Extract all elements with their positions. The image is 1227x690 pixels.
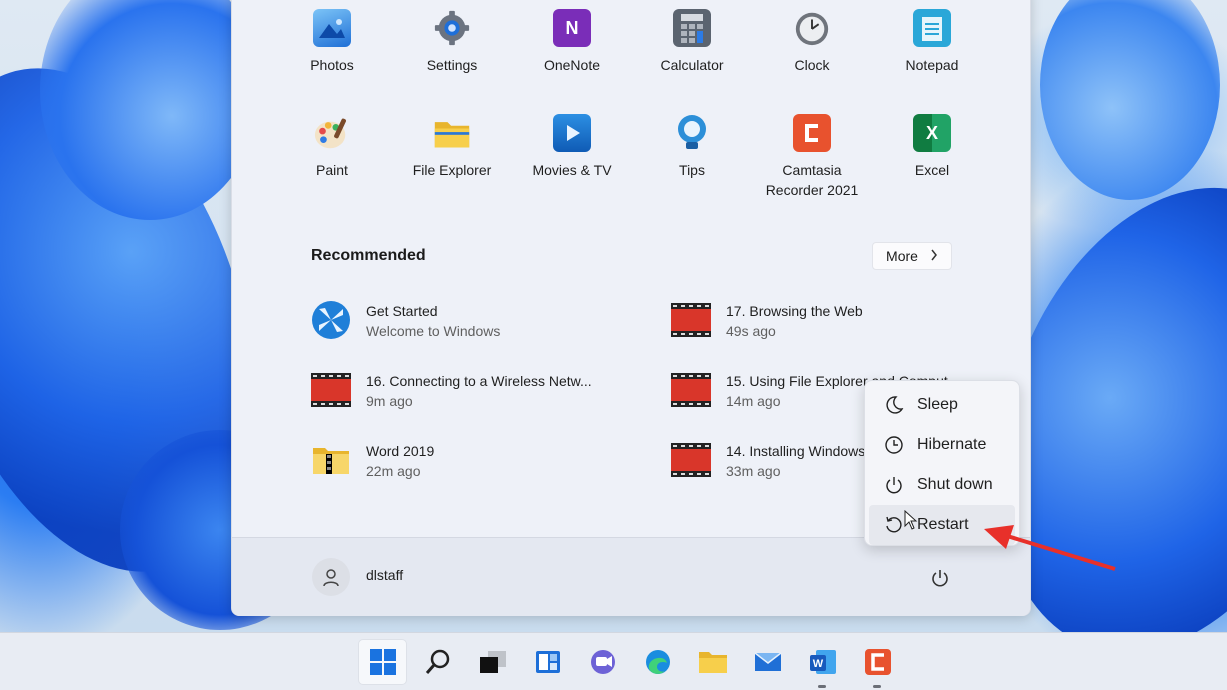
pinned-app-notepad[interactable]: Notepad [872,1,992,106]
calculator-icon [673,9,711,47]
movies-tv-icon [553,114,591,152]
recommended-item[interactable]: Get Started Welcome to Windows [302,291,662,361]
pinned-app-camtasia-recorder[interactable]: Camtasia Recorder 2021 [752,106,872,211]
folder-icon [433,114,471,152]
teams-chat-icon[interactable] [578,639,627,685]
user-name[interactable]: dlstaff [366,567,403,583]
pinned-app-settings[interactable]: Settings [392,1,512,106]
pinned-app-photos[interactable]: Photos [272,1,392,106]
recommended-item-subtitle: Welcome to Windows [366,323,501,339]
app-label: Paint [316,162,348,178]
get-started-icon [310,301,352,339]
svg-text:W: W [812,658,823,670]
video-file-icon [670,301,712,339]
search-icon[interactable] [413,639,462,685]
recommended-item[interactable]: Word 2019 22m ago [302,431,662,501]
chevron-right-icon [930,248,938,264]
more-button-label: More [886,248,918,264]
recommended-item-name: 17. Browsing the Web [726,303,863,319]
notepad-icon [913,9,951,47]
recommended-item-subtitle: 9m ago [366,393,413,409]
app-label: Camtasia Recorder 2021 [765,162,859,198]
moon-icon [883,394,905,416]
windows-start-icon[interactable] [358,639,407,685]
pinned-app-paint[interactable]: Paint [272,106,392,211]
power-button[interactable] [928,566,952,590]
mail-icon[interactable] [743,639,792,685]
app-label: Clock [794,57,830,73]
pinned-app-movies-tv[interactable]: Movies & TV [512,106,632,211]
power-icon [932,570,948,587]
recommended-item-name: Get Started [366,303,438,319]
running-indicator [818,685,826,688]
tips-lightbulb-icon [673,114,711,152]
onenote-icon: N [553,9,591,47]
photos-icon [313,9,351,47]
pinned-app-calculator[interactable]: Calculator [632,1,752,106]
task-view-icon[interactable] [468,639,517,685]
power-menu-item-sleep[interactable]: Sleep [869,385,1015,425]
clock-outline-icon [883,434,905,456]
recommended-item[interactable]: 16. Connecting to a Wireless Netw... 9m … [302,361,662,431]
pinned-apps-grid: Photos Settings N OneNote Calculator Clo… [272,1,992,211]
more-button[interactable]: More [872,242,952,270]
app-label: Movies & TV [532,162,612,178]
power-menu-label: Restart [917,516,969,533]
start-menu-footer: dlstaff [232,537,1030,616]
annotation-arrow-icon [984,525,1116,571]
recommended-item[interactable]: 17. Browsing the Web 49s ago [662,291,1022,361]
pinned-app-excel[interactable]: X Excel [872,106,992,211]
power-menu-label: Sleep [917,396,958,413]
video-file-icon [670,441,712,479]
settings-gear-icon [433,9,471,47]
camtasia-icon[interactable] [853,639,902,688]
widgets-icon[interactable] [523,639,572,685]
power-menu-label: Hibernate [917,436,987,453]
camtasia-icon [793,114,831,152]
restart-icon [883,514,905,536]
recommended-item-name: 14. Installing Windows... [726,443,877,459]
zip-folder-icon [310,441,352,479]
edge-icon[interactable] [633,639,682,685]
video-file-icon [670,371,712,409]
recommended-item-name: 16. Connecting to a Wireless Netw... [366,373,592,389]
mouse-cursor-icon [904,510,918,530]
pinned-app-onenote[interactable]: N OneNote [512,1,632,106]
app-label: Tips [679,162,705,178]
recommended-item-name: Word 2019 [366,443,435,459]
video-file-icon [310,371,352,409]
app-label: Calculator [660,57,724,73]
word-icon[interactable]: W [798,639,847,688]
clock-icon [793,9,831,47]
power-menu-label: Shut down [917,476,993,493]
app-label: Excel [914,162,950,178]
app-label: Photos [310,57,354,73]
power-menu-item-shut-down[interactable]: Shut down [869,465,1015,505]
pinned-app-clock[interactable]: Clock [752,1,872,106]
excel-icon: X [913,114,951,152]
app-label: Settings [426,57,478,73]
power-icon [883,474,905,496]
file-explorer-icon[interactable] [688,639,737,685]
paint-palette-icon [313,114,351,152]
recommended-item-subtitle: 22m ago [366,463,421,479]
app-label: Notepad [905,57,959,73]
app-label: OneNote [543,57,601,73]
power-menu-item-hibernate[interactable]: Hibernate [869,425,1015,465]
recommended-heading: Recommended [311,247,426,264]
app-label: File Explorer [412,162,492,178]
taskbar: W [0,632,1227,690]
recommended-item-subtitle: 49s ago [726,323,776,339]
running-indicator [873,685,881,688]
avatar[interactable] [312,558,350,596]
pinned-app-tips[interactable]: Tips [632,106,752,211]
pinned-app-file-explorer[interactable]: File Explorer [392,106,512,211]
recommended-item-subtitle: 33m ago [726,463,781,479]
